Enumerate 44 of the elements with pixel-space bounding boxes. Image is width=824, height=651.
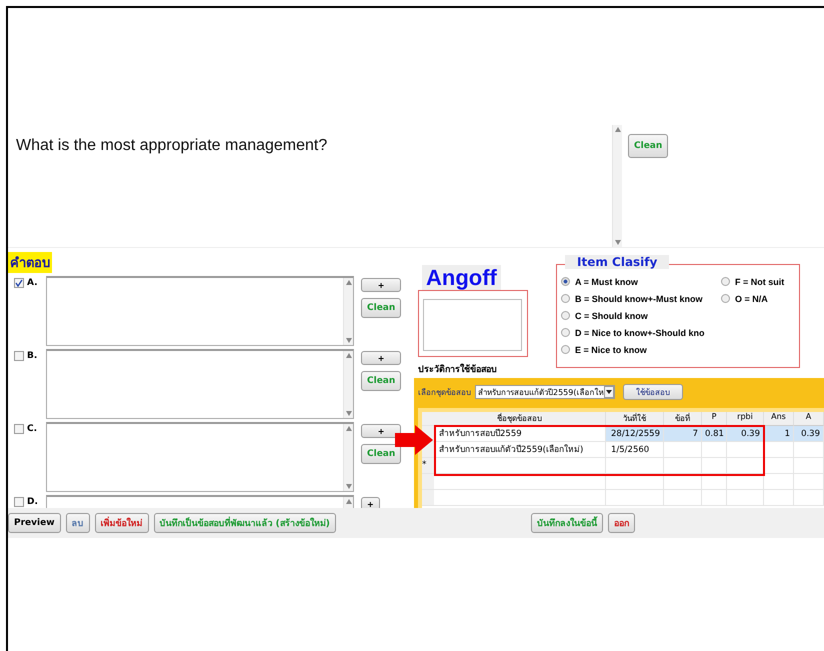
column-header[interactable]: rpbi (727, 412, 764, 426)
set-dropdown[interactable]: สำหรับการสอบแก้ตัวปี2559(เลือกให (475, 385, 615, 399)
classify-title: Item Clasify (565, 255, 670, 269)
toolbar-button[interactable]: ออก (608, 513, 635, 533)
option-label: D. (27, 497, 38, 507)
radio-label: A = Must know (575, 276, 638, 286)
table-cell: 0.39 (727, 426, 764, 442)
table-cell: 1/5/2560 (606, 442, 664, 458)
select-label: เลือกชุดข้อสอบ (418, 386, 471, 398)
add-button[interactable]: + (361, 351, 402, 365)
angoff-title: Angoff (422, 265, 501, 291)
add-button[interactable]: + (361, 424, 402, 438)
radio-label: O = N/A (735, 294, 768, 304)
table-cell: 0.39 (794, 426, 824, 442)
add-button[interactable]: + (361, 497, 380, 508)
column-header[interactable]: A (794, 412, 824, 426)
toolbar-button[interactable]: ลบ (66, 513, 90, 533)
column-header[interactable]: P (702, 412, 727, 426)
column-header[interactable]: Ans (764, 412, 794, 426)
radio-label: F = Not suit (735, 276, 784, 286)
table-cell: สำหรับการสอบปี2559 (434, 426, 606, 442)
option-label: A. (27, 278, 38, 288)
new-row-marker: * (422, 458, 434, 474)
radio-label: D = Nice to know+-Should kno (575, 328, 705, 338)
column-header[interactable]: วันที่ใช้ (606, 412, 664, 426)
question-text: What is the most appropriate management? (15, 136, 328, 156)
toolbar-button[interactable]: Preview (8, 513, 61, 533)
radio-label: E = Nice to know (575, 344, 647, 354)
column-header[interactable]: ชื่อชุดข้อสอบ (434, 412, 606, 426)
table-cell: 7 (664, 426, 702, 442)
table-cell: 28/12/2559 (606, 426, 664, 442)
answers-heading: คำตอบ (8, 252, 52, 273)
table-cell: 0.81 (702, 426, 727, 442)
option-label: B. (27, 351, 38, 361)
table-cell: 1 (764, 426, 794, 442)
add-button[interactable]: + (361, 278, 402, 292)
column-header[interactable]: ข้อที่ (664, 412, 702, 426)
toolbar-button[interactable]: เพิ่มข้อใหม่ (94, 513, 149, 533)
history-title: ประวัติการใช้ข้อสอบ (418, 362, 497, 376)
radio-label: C = Should know (575, 310, 648, 320)
table-cell: สำหรับการสอบแก้ตัวปี2559(เลือกใหม่) (434, 442, 606, 458)
radio-label: B = Should know+-Must know (575, 294, 703, 304)
option-label: C. (27, 424, 38, 434)
use-button[interactable]: ใช้ข้อสอบ (623, 384, 683, 400)
